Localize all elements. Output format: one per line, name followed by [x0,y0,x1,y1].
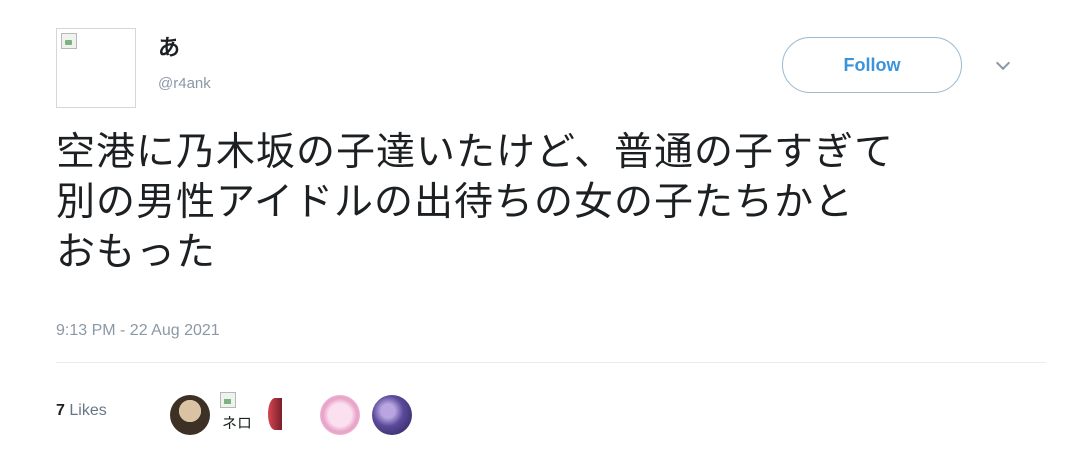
likes-label: Likes [69,402,107,419]
tweet-timestamp[interactable]: 9:13 PM - 22 Aug 2021 [56,322,220,340]
divider [56,362,1046,363]
liker-alt-text: ネロ [222,414,253,432]
liker-avatar[interactable] [372,395,412,435]
likes-number: 7 [56,402,65,419]
liker-avatar[interactable] [268,398,282,430]
liker-avatar[interactable] [320,395,360,435]
profile-avatar[interactable] [56,28,136,108]
liker-avatar[interactable]: ネロ [220,392,260,434]
display-name[interactable]: あ [158,30,180,62]
liker-avatar[interactable] [170,395,210,435]
chevron-down-icon[interactable] [995,55,1011,71]
broken-image-icon [220,392,236,408]
user-handle[interactable]: @r4ank [158,75,211,92]
broken-image-icon [61,33,77,49]
tweet-text: 空港に乃木坂の子達いたけど、普通の子すぎて 別の男性アイドルの出待ちの女の子たち… [56,130,895,275]
follow-button[interactable]: Follow [782,37,962,93]
likes-count[interactable]: 7 Likes [56,402,107,420]
